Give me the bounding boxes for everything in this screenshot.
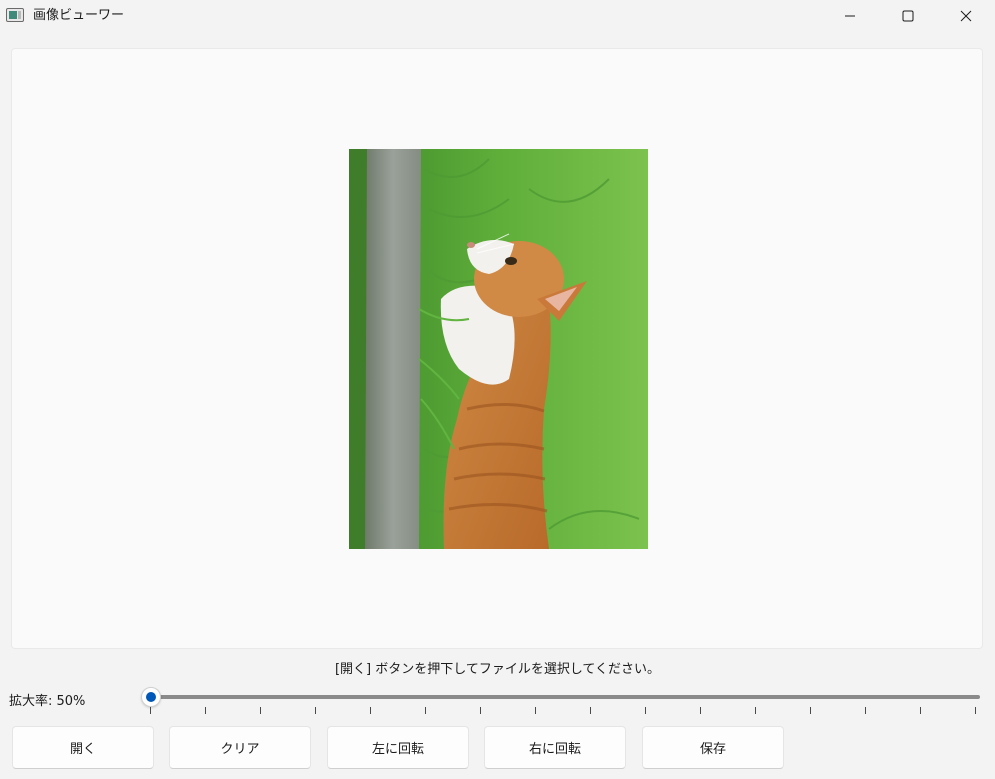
rotate-right-button[interactable]: 右に回転 [484, 726, 626, 769]
image-display-area [11, 48, 983, 649]
slider-tick [645, 707, 646, 714]
window-title: 画像ビューワー [33, 8, 125, 23]
slider-tick [865, 707, 866, 714]
save-button[interactable]: 保存 [642, 726, 784, 769]
slider-tick [260, 707, 261, 714]
slider-tick [810, 707, 811, 714]
slider-tick [205, 707, 206, 714]
zoom-slider[interactable] [140, 686, 985, 720]
slider-tick [370, 707, 371, 714]
open-button[interactable]: 開く [12, 726, 154, 769]
maximize-icon [902, 10, 914, 21]
slider-tick [590, 707, 591, 714]
slider-tick [755, 707, 756, 714]
cat-photo [349, 149, 648, 549]
minimize-button[interactable] [821, 0, 879, 31]
slider-tick [700, 707, 701, 714]
slider-tick [480, 707, 481, 714]
zoom-slider-thumb[interactable] [141, 687, 161, 707]
title-bar[interactable]: 画像ビューワー [0, 0, 995, 32]
zoom-slider-track[interactable] [150, 695, 980, 699]
slider-tick [535, 707, 536, 714]
clear-button[interactable]: クリア [169, 726, 311, 769]
slider-tick [425, 707, 426, 714]
slider-tick [150, 707, 151, 714]
status-message: [開く] ボタンを押下してファイルを選択してください。 [334, 662, 661, 677]
app-window: 画像ビューワー [開く] ボタンを押下してファイルを選択してください。 拡大率:… [0, 0, 995, 779]
close-icon [960, 10, 972, 21]
minimize-icon [845, 15, 855, 16]
rotate-left-button[interactable]: 左に回転 [327, 726, 469, 769]
zoom-label: 拡大率: 50% [9, 694, 86, 709]
slider-tick [920, 707, 921, 714]
close-button[interactable] [937, 0, 995, 31]
app-icon [6, 8, 24, 22]
maximize-button[interactable] [879, 0, 937, 31]
slider-tick [315, 707, 316, 714]
slider-tick [975, 707, 976, 714]
